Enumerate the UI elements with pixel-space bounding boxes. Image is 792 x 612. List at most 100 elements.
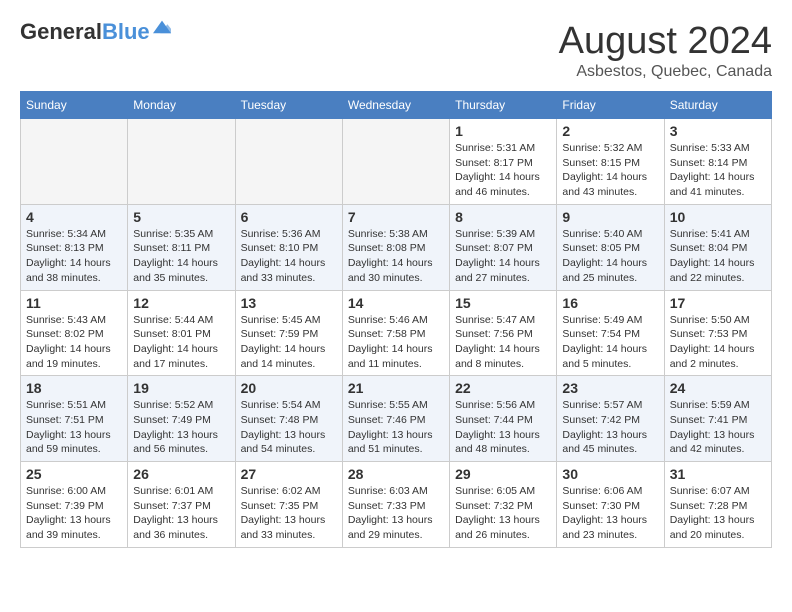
weekday-header-thursday: Thursday [450,92,557,119]
day-number: 29 [455,466,551,482]
calendar-cell [128,119,235,205]
calendar-cell [342,119,449,205]
logo-icon [153,17,171,35]
day-number: 19 [133,380,229,396]
day-number: 23 [562,380,658,396]
month-title: August 2024 [559,20,772,63]
day-info: Sunrise: 6:01 AM Sunset: 7:37 PM Dayligh… [133,484,229,543]
week-row-2: 4 Sunrise: 5:34 AM Sunset: 8:13 PM Dayli… [21,204,772,290]
day-number: 27 [241,466,337,482]
calendar-cell: 9 Sunrise: 5:40 AM Sunset: 8:05 PM Dayli… [557,204,664,290]
day-info: Sunrise: 6:06 AM Sunset: 7:30 PM Dayligh… [562,484,658,543]
day-number: 5 [133,209,229,225]
day-number: 7 [348,209,444,225]
day-number: 28 [348,466,444,482]
day-info: Sunrise: 5:36 AM Sunset: 8:10 PM Dayligh… [241,227,337,286]
weekday-header-wednesday: Wednesday [342,92,449,119]
day-number: 6 [241,209,337,225]
day-number: 11 [26,295,122,311]
page-header: GeneralBlue August 2024 Asbestos, Quebec… [20,20,772,81]
calendar-cell: 18 Sunrise: 5:51 AM Sunset: 7:51 PM Dayl… [21,376,128,462]
calendar-cell: 25 Sunrise: 6:00 AM Sunset: 7:39 PM Dayl… [21,462,128,548]
calendar-cell: 31 Sunrise: 6:07 AM Sunset: 7:28 PM Dayl… [664,462,771,548]
day-info: Sunrise: 6:07 AM Sunset: 7:28 PM Dayligh… [670,484,766,543]
day-info: Sunrise: 5:38 AM Sunset: 8:08 PM Dayligh… [348,227,444,286]
day-info: Sunrise: 5:35 AM Sunset: 8:11 PM Dayligh… [133,227,229,286]
day-number: 16 [562,295,658,311]
calendar-cell: 14 Sunrise: 5:46 AM Sunset: 7:58 PM Dayl… [342,290,449,376]
calendar-cell: 26 Sunrise: 6:01 AM Sunset: 7:37 PM Dayl… [128,462,235,548]
day-number: 14 [348,295,444,311]
day-info: Sunrise: 6:05 AM Sunset: 7:32 PM Dayligh… [455,484,551,543]
calendar-cell: 17 Sunrise: 5:50 AM Sunset: 7:53 PM Dayl… [664,290,771,376]
calendar-cell: 23 Sunrise: 5:57 AM Sunset: 7:42 PM Dayl… [557,376,664,462]
calendar-cell: 2 Sunrise: 5:32 AM Sunset: 8:15 PM Dayli… [557,119,664,205]
day-info: Sunrise: 6:02 AM Sunset: 7:35 PM Dayligh… [241,484,337,543]
logo: GeneralBlue [20,20,171,44]
day-number: 25 [26,466,122,482]
calendar-cell: 20 Sunrise: 5:54 AM Sunset: 7:48 PM Dayl… [235,376,342,462]
calendar-cell: 1 Sunrise: 5:31 AM Sunset: 8:17 PM Dayli… [450,119,557,205]
day-info: Sunrise: 5:41 AM Sunset: 8:04 PM Dayligh… [670,227,766,286]
calendar-cell: 15 Sunrise: 5:47 AM Sunset: 7:56 PM Dayl… [450,290,557,376]
day-info: Sunrise: 5:43 AM Sunset: 8:02 PM Dayligh… [26,313,122,372]
day-number: 3 [670,123,766,139]
day-number: 8 [455,209,551,225]
weekday-header-row: SundayMondayTuesdayWednesdayThursdayFrid… [21,92,772,119]
day-info: Sunrise: 5:31 AM Sunset: 8:17 PM Dayligh… [455,141,551,200]
week-row-3: 11 Sunrise: 5:43 AM Sunset: 8:02 PM Dayl… [21,290,772,376]
day-number: 9 [562,209,658,225]
day-info: Sunrise: 5:57 AM Sunset: 7:42 PM Dayligh… [562,398,658,457]
weekday-header-tuesday: Tuesday [235,92,342,119]
day-info: Sunrise: 5:47 AM Sunset: 7:56 PM Dayligh… [455,313,551,372]
calendar-cell: 21 Sunrise: 5:55 AM Sunset: 7:46 PM Dayl… [342,376,449,462]
day-number: 1 [455,123,551,139]
day-number: 15 [455,295,551,311]
calendar-cell: 8 Sunrise: 5:39 AM Sunset: 8:07 PM Dayli… [450,204,557,290]
logo-text: GeneralBlue [20,20,150,44]
weekday-header-sunday: Sunday [21,92,128,119]
calendar-cell: 6 Sunrise: 5:36 AM Sunset: 8:10 PM Dayli… [235,204,342,290]
calendar-cell: 27 Sunrise: 6:02 AM Sunset: 7:35 PM Dayl… [235,462,342,548]
day-number: 24 [670,380,766,396]
calendar-cell: 12 Sunrise: 5:44 AM Sunset: 8:01 PM Dayl… [128,290,235,376]
day-number: 30 [562,466,658,482]
calendar-cell: 29 Sunrise: 6:05 AM Sunset: 7:32 PM Dayl… [450,462,557,548]
weekday-header-monday: Monday [128,92,235,119]
day-info: Sunrise: 6:03 AM Sunset: 7:33 PM Dayligh… [348,484,444,543]
week-row-4: 18 Sunrise: 5:51 AM Sunset: 7:51 PM Dayl… [21,376,772,462]
day-info: Sunrise: 5:34 AM Sunset: 8:13 PM Dayligh… [26,227,122,286]
day-info: Sunrise: 5:46 AM Sunset: 7:58 PM Dayligh… [348,313,444,372]
calendar-cell: 11 Sunrise: 5:43 AM Sunset: 8:02 PM Dayl… [21,290,128,376]
location-subtitle: Asbestos, Quebec, Canada [559,63,772,81]
day-number: 17 [670,295,766,311]
day-info: Sunrise: 5:40 AM Sunset: 8:05 PM Dayligh… [562,227,658,286]
day-info: Sunrise: 5:44 AM Sunset: 8:01 PM Dayligh… [133,313,229,372]
calendar-cell: 10 Sunrise: 5:41 AM Sunset: 8:04 PM Dayl… [664,204,771,290]
weekday-header-saturday: Saturday [664,92,771,119]
calendar-cell: 19 Sunrise: 5:52 AM Sunset: 7:49 PM Dayl… [128,376,235,462]
day-info: Sunrise: 5:39 AM Sunset: 8:07 PM Dayligh… [455,227,551,286]
day-number: 31 [670,466,766,482]
calendar-cell [21,119,128,205]
calendar-cell: 28 Sunrise: 6:03 AM Sunset: 7:33 PM Dayl… [342,462,449,548]
day-info: Sunrise: 5:45 AM Sunset: 7:59 PM Dayligh… [241,313,337,372]
day-number: 12 [133,295,229,311]
day-number: 18 [26,380,122,396]
day-number: 20 [241,380,337,396]
calendar-table: SundayMondayTuesdayWednesdayThursdayFrid… [20,91,772,548]
day-number: 13 [241,295,337,311]
day-number: 21 [348,380,444,396]
day-info: Sunrise: 5:50 AM Sunset: 7:53 PM Dayligh… [670,313,766,372]
calendar-cell: 24 Sunrise: 5:59 AM Sunset: 7:41 PM Dayl… [664,376,771,462]
day-number: 10 [670,209,766,225]
day-info: Sunrise: 5:54 AM Sunset: 7:48 PM Dayligh… [241,398,337,457]
day-info: Sunrise: 5:32 AM Sunset: 8:15 PM Dayligh… [562,141,658,200]
week-row-1: 1 Sunrise: 5:31 AM Sunset: 8:17 PM Dayli… [21,119,772,205]
day-number: 4 [26,209,122,225]
day-info: Sunrise: 5:52 AM Sunset: 7:49 PM Dayligh… [133,398,229,457]
day-info: Sunrise: 6:00 AM Sunset: 7:39 PM Dayligh… [26,484,122,543]
title-area: August 2024 Asbestos, Quebec, Canada [559,20,772,81]
calendar-cell: 3 Sunrise: 5:33 AM Sunset: 8:14 PM Dayli… [664,119,771,205]
calendar-cell: 13 Sunrise: 5:45 AM Sunset: 7:59 PM Dayl… [235,290,342,376]
